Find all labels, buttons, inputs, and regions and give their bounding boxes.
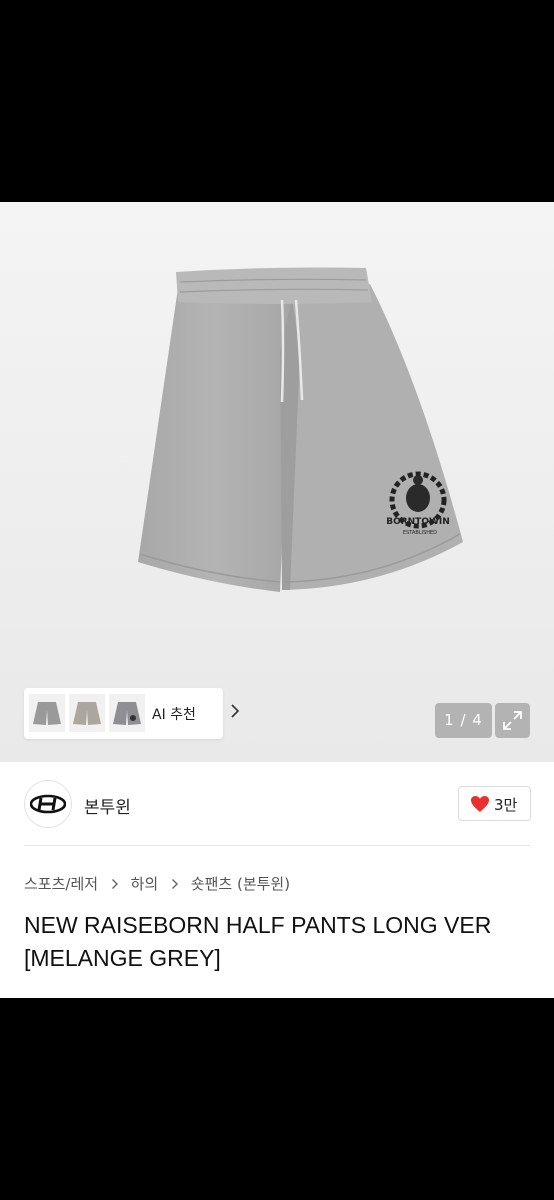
chevron-right-icon (172, 878, 179, 889)
top-letterbox (0, 0, 554, 202)
breadcrumb-item-category[interactable]: 스포츠/레저 (24, 873, 98, 894)
svg-text:ESTABLISHED: ESTABLISHED (403, 530, 437, 536)
divider (24, 845, 530, 846)
expand-icon (503, 711, 522, 730)
breadcrumb-item-current[interactable]: 숏팬츠 (본투윈) (191, 873, 290, 894)
breadcrumb-item-subcategory[interactable]: 하의 (131, 873, 159, 894)
brand-logo-icon (30, 794, 66, 814)
svg-text:BORNTOWIN: BORNTOWIN (386, 517, 450, 527)
brand-avatar[interactable] (24, 780, 72, 828)
product-image-gallery[interactable]: BORNTOWIN ESTABLISHED (0, 202, 554, 762)
ai-recommend-label: AI 추천 (152, 707, 196, 723)
chevron-right-icon (111, 878, 118, 889)
heart-icon (471, 796, 489, 812)
like-button[interactable]: 3만 (458, 786, 531, 821)
product-title-line-1: NEW RAISEBORN HALF PANTS LONG VER (24, 912, 492, 938)
breadcrumb: 스포츠/레저 하의 숏팬츠 (본투윈) (24, 873, 290, 893)
shorts-image: BORNTOWIN ESTABLISHED (138, 267, 463, 592)
reco-thumbnail-3[interactable] (109, 694, 145, 732)
ai-recommend-button[interactable]: AI 추천 (24, 688, 240, 739)
product-title-line-2: [MELANGE GREY] (24, 945, 221, 971)
like-count: 3만 (494, 796, 518, 814)
chevron-right-icon (231, 704, 240, 718)
expand-image-button[interactable] (495, 703, 530, 738)
reco-thumbnail-1[interactable] (29, 694, 65, 732)
product-title: NEW RAISEBORN HALF PANTS LONG VER [MELAN… (24, 909, 534, 975)
reco-thumbnail-2[interactable] (69, 694, 105, 732)
image-counter: 1 / 4 (435, 703, 492, 738)
bottom-letterbox (0, 998, 554, 1200)
brand-name[interactable]: 본투윈 (84, 793, 131, 818)
product-info-panel: 본투윈 3만 스포츠/레저 하의 숏팬츠 (본투윈) NEW RAISEBORN… (0, 762, 554, 998)
